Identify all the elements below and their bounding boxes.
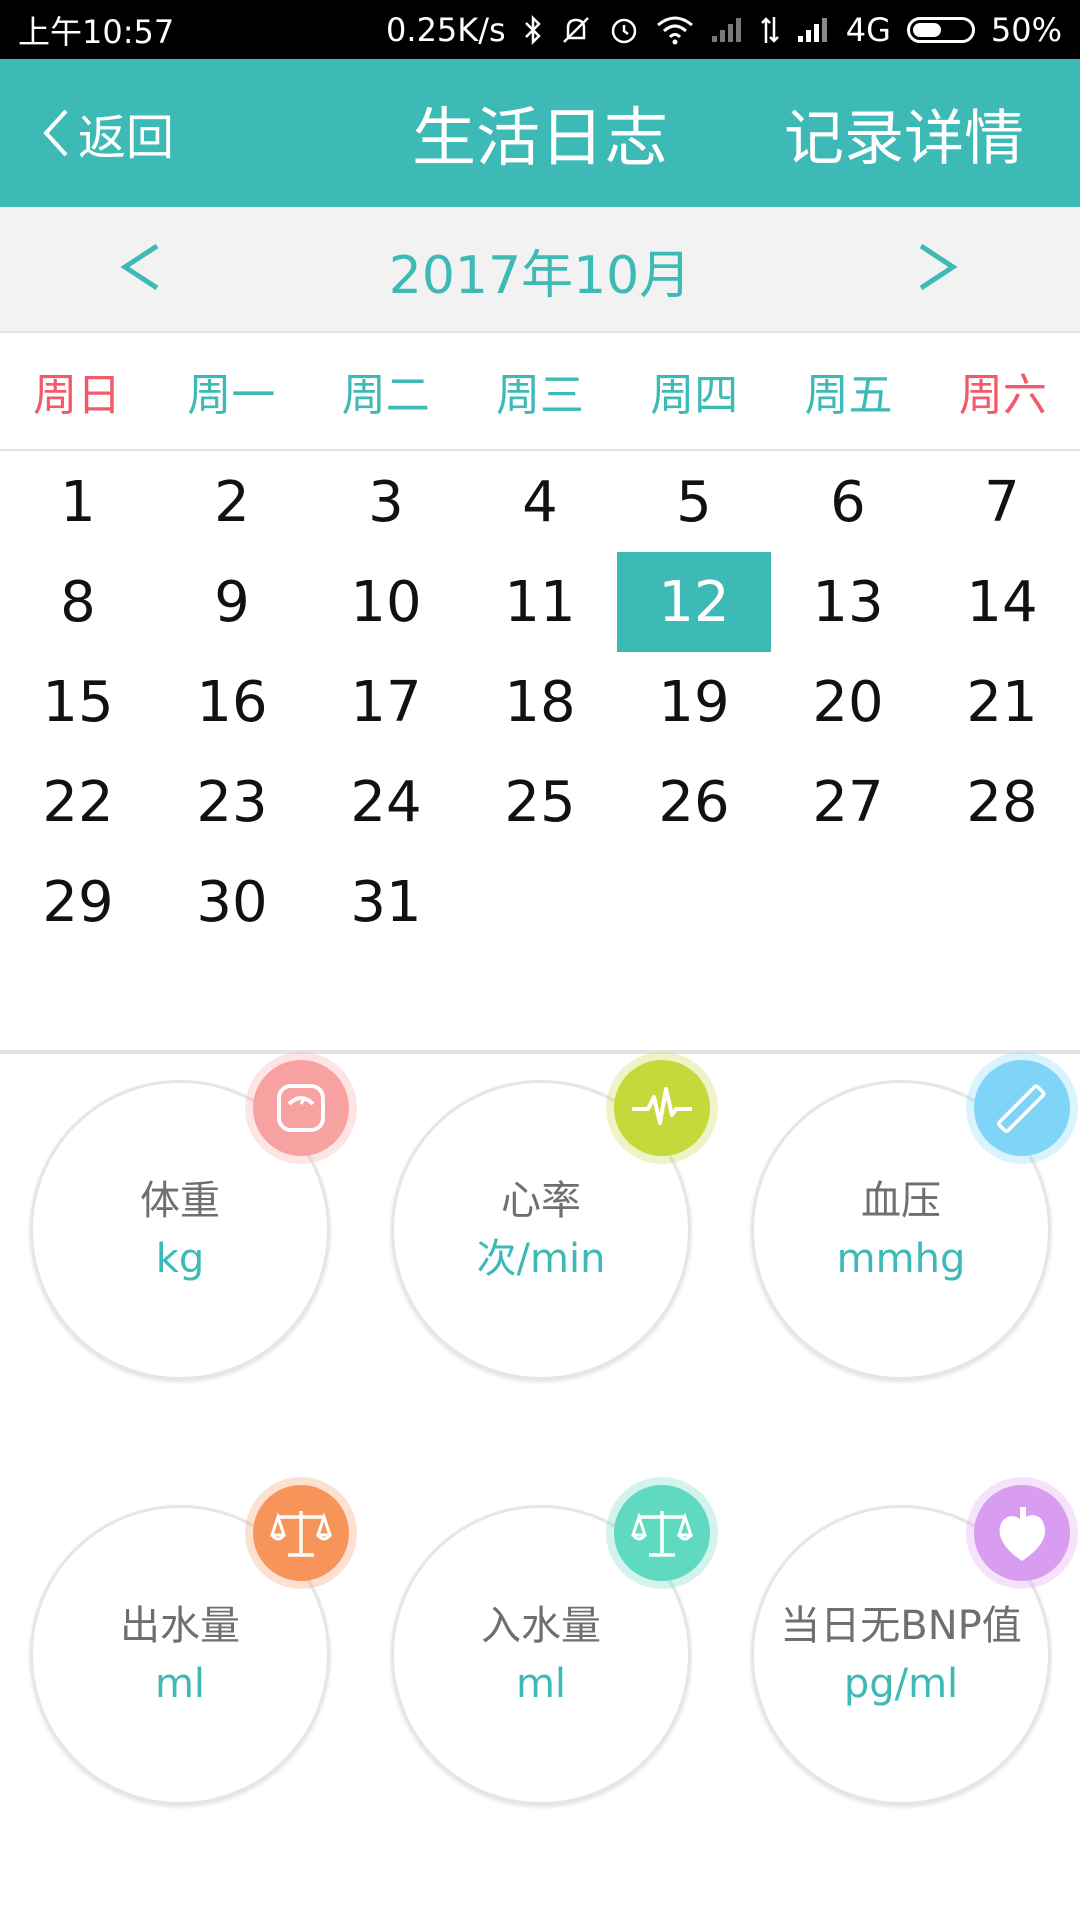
- calendar-day[interactable]: 22: [1, 752, 155, 852]
- alarm-icon: [608, 14, 640, 46]
- heart-icon: [966, 1477, 1078, 1589]
- prev-month-button[interactable]: [100, 227, 180, 307]
- metric-name: 出水量: [120, 1603, 240, 1649]
- metric-unit: pg/ml: [843, 1661, 959, 1707]
- weekday-wed: 周三: [495, 370, 584, 421]
- section-divider: [0, 1050, 1080, 1054]
- weekday-sat: 周六: [958, 370, 1047, 421]
- metric-water-output[interactable]: 出水量 ml: [30, 1477, 357, 1805]
- scale-icon: [245, 1052, 357, 1164]
- calendar-day[interactable]: 1: [1, 452, 155, 552]
- balance-icon: [606, 1477, 718, 1589]
- calendar-day[interactable]: 5: [617, 452, 771, 552]
- data-transfer-icon: [760, 15, 780, 45]
- calendar-day[interactable]: 3: [309, 452, 463, 552]
- next-month-button[interactable]: [898, 227, 978, 307]
- calendar-day[interactable]: 11: [463, 552, 617, 652]
- calendar-day[interactable]: 17: [309, 652, 463, 752]
- calendar-days: 1 2 3 4 5 6 7 8 9 10 11 12 13 14 15 16 1…: [0, 452, 1080, 952]
- metric-blood-pressure[interactable]: 血压 mmhg: [751, 1052, 1078, 1380]
- metric-water-intake[interactable]: 入水量 ml: [391, 1477, 718, 1805]
- back-label: 返回: [78, 110, 175, 166]
- back-button[interactable]: 返回: [40, 59, 174, 207]
- weekday-tue: 周二: [341, 370, 430, 421]
- calendar-day[interactable]: 4: [463, 452, 617, 552]
- chevron-left-icon: [120, 243, 159, 291]
- heartbeat-icon: [606, 1052, 718, 1164]
- calendar-day[interactable]: 30: [155, 852, 309, 952]
- wifi-icon: [656, 15, 694, 45]
- network-type: 4G: [845, 10, 891, 49]
- metric-name: 体重: [140, 1178, 220, 1224]
- calendar-day[interactable]: 8: [1, 552, 155, 652]
- record-detail-button[interactable]: 记录详情: [784, 59, 1024, 207]
- chevron-right-icon: [919, 243, 958, 291]
- calendar-day[interactable]: 10: [309, 552, 463, 652]
- calendar-day[interactable]: 28: [925, 752, 1079, 852]
- metric-name: 心率: [501, 1178, 581, 1224]
- weekday-thu: 周四: [650, 370, 739, 421]
- calendar-day[interactable]: 19: [617, 652, 771, 752]
- balance-icon: [245, 1477, 357, 1589]
- metric-name: 血压: [861, 1178, 941, 1224]
- calendar-day[interactable]: 14: [925, 552, 1079, 652]
- battery-icon: [906, 16, 975, 43]
- calendar-day[interactable]: 21: [925, 652, 1079, 752]
- status-bar: 上午10:57 0.25K/s 4G 50%: [0, 0, 1080, 59]
- calendar-day[interactable]: 29: [1, 852, 155, 952]
- weekday-sun: 周日: [33, 370, 122, 421]
- weekday-fri: 周五: [804, 370, 893, 421]
- month-nav: 2017年10月: [0, 207, 1080, 333]
- calendar-day[interactable]: 23: [155, 752, 309, 852]
- calendar-day[interactable]: 6: [771, 452, 925, 552]
- calendar-day[interactable]: 9: [155, 552, 309, 652]
- calendar-day[interactable]: 24: [309, 752, 463, 852]
- metric-unit: 次/min: [476, 1236, 606, 1282]
- metric-heart-rate[interactable]: 心率 次/min: [391, 1052, 718, 1380]
- status-time: 上午10:57: [18, 12, 175, 51]
- calendar-day[interactable]: 26: [617, 752, 771, 852]
- calendar-day[interactable]: 13: [771, 552, 925, 652]
- metric-weight[interactable]: 体重 kg: [30, 1052, 357, 1380]
- pen-icon: [966, 1052, 1078, 1164]
- chevron-left-icon: [43, 109, 68, 157]
- metric-unit: kg: [155, 1236, 205, 1282]
- metric-unit: mmhg: [836, 1236, 966, 1282]
- calendar-day[interactable]: 18: [463, 652, 617, 752]
- metric-bnp[interactable]: 当日无BNP值 pg/ml: [751, 1477, 1078, 1805]
- calendar-day[interactable]: 15: [1, 652, 155, 752]
- net-speed: 0.25K/s: [386, 10, 506, 49]
- calendar-day[interactable]: 16: [155, 652, 309, 752]
- app-header: 返回 生活日志 记录详情: [0, 59, 1080, 207]
- metric-unit: ml: [515, 1661, 567, 1707]
- calendar-day[interactable]: 7: [925, 452, 1079, 552]
- calendar-day[interactable]: 25: [463, 752, 617, 852]
- mute-icon: [560, 14, 592, 46]
- battery-percent: 50%: [990, 10, 1062, 49]
- metric-name: 入水量: [481, 1603, 601, 1649]
- weekday-header: 周日 周一 周二 周三 周四 周五 周六: [0, 333, 1080, 451]
- bluetooth-icon: [522, 14, 544, 46]
- metric-name: 当日无BNP值: [780, 1603, 1022, 1649]
- calendar-day[interactable]: 2: [155, 452, 309, 552]
- calendar-day[interactable]: 20: [771, 652, 925, 752]
- calendar-day[interactable]: 12: [617, 552, 771, 652]
- calendar-day[interactable]: 27: [771, 752, 925, 852]
- signal-weak-icon: [710, 16, 744, 44]
- calendar-day[interactable]: 31: [309, 852, 463, 952]
- metric-unit: ml: [154, 1661, 206, 1707]
- signal-icon: [796, 16, 830, 44]
- weekday-mon: 周一: [187, 370, 276, 421]
